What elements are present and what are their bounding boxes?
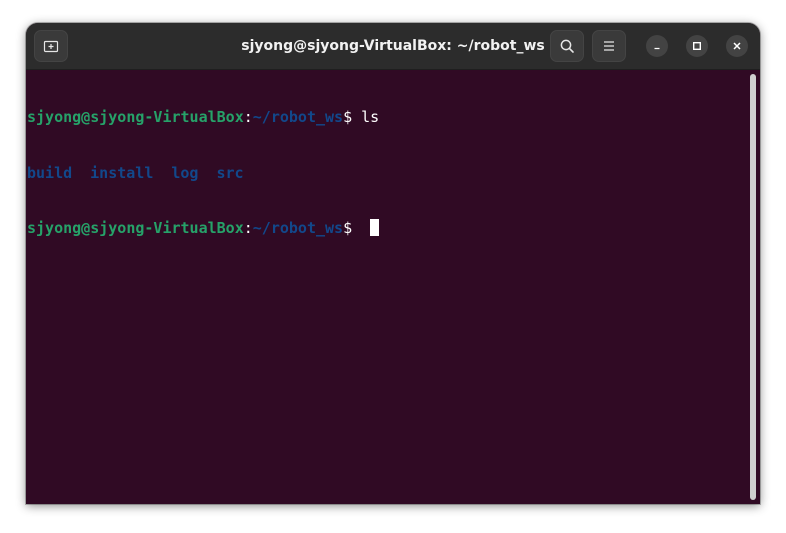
prompt-path: ~/robot_ws xyxy=(252,219,344,237)
prompt-path: ~/robot_ws xyxy=(252,108,344,126)
terminal-line-command: sjyong@sjyong-VirtualBox:~/robot_ws$ ls xyxy=(27,108,379,127)
menu-button[interactable] xyxy=(592,30,626,62)
new-tab-button[interactable] xyxy=(34,30,68,62)
prompt-user-host: sjyong@sjyong-VirtualBox xyxy=(27,108,244,126)
directory-entry: log xyxy=(171,163,199,182)
prompt-symbol: $ xyxy=(343,108,362,126)
prompt-symbol: $ xyxy=(343,219,362,237)
maximize-icon xyxy=(693,42,701,50)
prompt-colon: : xyxy=(243,219,253,237)
title-bar: sjyong@sjyong-VirtualBox: ~/robot_ws xyxy=(26,23,760,70)
minimize-button[interactable] xyxy=(646,35,668,57)
terminal-line-output: build install log src xyxy=(27,164,379,183)
directory-entry: install xyxy=(90,163,154,182)
hamburger-menu-icon xyxy=(604,41,614,51)
directory-entry: build xyxy=(27,163,73,182)
prompt-colon: : xyxy=(243,108,253,126)
close-icon xyxy=(733,42,741,50)
window-title: sjyong@sjyong-VirtualBox: ~/robot_ws xyxy=(241,38,545,54)
terminal-window: sjyong@sjyong-VirtualBox: ~/robot_ws sjy… xyxy=(26,23,760,504)
command-text: ls xyxy=(361,108,380,126)
terminal-line-prompt: sjyong@sjyong-VirtualBox:~/robot_ws$ xyxy=(27,219,380,238)
new-tab-icon xyxy=(43,40,59,53)
directory-entry: src xyxy=(216,163,244,182)
scrollbar[interactable] xyxy=(750,74,756,500)
search-button[interactable] xyxy=(550,30,584,62)
terminal-output-area[interactable]: sjyong@sjyong-VirtualBox:~/robot_ws$ ls … xyxy=(26,70,760,504)
prompt-user-host: sjyong@sjyong-VirtualBox xyxy=(27,219,244,237)
maximize-button[interactable] xyxy=(686,35,708,57)
close-button[interactable] xyxy=(726,35,748,57)
text-cursor xyxy=(370,219,380,236)
search-icon xyxy=(560,39,574,53)
minimize-icon xyxy=(654,47,660,50)
